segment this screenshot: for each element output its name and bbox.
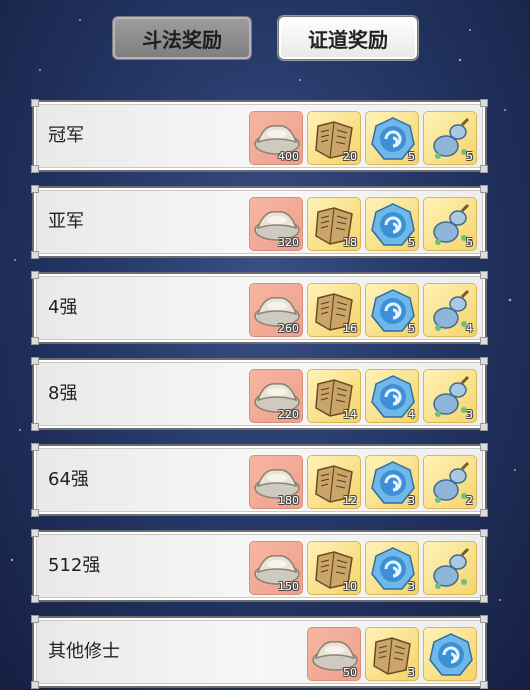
reward-item-bottle[interactable]: 5 bbox=[423, 111, 477, 165]
item-count: 5 bbox=[466, 236, 473, 249]
rank-label: 4强 bbox=[48, 297, 78, 318]
reward-item-silver[interactable]: 50 bbox=[307, 627, 361, 681]
reward-items: 220 14 4 3 bbox=[249, 369, 477, 423]
item-count: 5 bbox=[466, 150, 473, 163]
rank-label: 亚军 bbox=[48, 211, 84, 232]
reward-item-bottle[interactable]: 4 bbox=[423, 283, 477, 337]
item-count: 2 bbox=[466, 494, 473, 507]
reward-items: 50 3 bbox=[307, 627, 477, 681]
reward-items: 180 12 3 2 bbox=[249, 455, 477, 509]
reward-item-orb[interactable]: 5 bbox=[365, 283, 419, 337]
item-count: 5 bbox=[408, 322, 415, 335]
item-count: 5 bbox=[408, 236, 415, 249]
reward-item-orb[interactable]: 4 bbox=[365, 369, 419, 423]
reward-list: 冠军 400 20 5 5 亚军 320 18 5 5 4强 260 16 5 … bbox=[0, 0, 530, 690]
reward-item-bottle[interactable]: 3 bbox=[423, 369, 477, 423]
item-count: 10 bbox=[343, 580, 357, 593]
item-count: 260 bbox=[278, 322, 299, 335]
rank-label: 512强 bbox=[48, 555, 101, 576]
reward-item-silver[interactable]: 180 bbox=[249, 455, 303, 509]
rank-label: 其他修士 bbox=[48, 641, 120, 662]
item-count: 400 bbox=[278, 150, 299, 163]
reward-items: 320 18 5 5 bbox=[249, 197, 477, 251]
reward-item-silver[interactable]: 220 bbox=[249, 369, 303, 423]
reward-item-book[interactable]: 10 bbox=[307, 541, 361, 595]
item-count: 14 bbox=[343, 408, 357, 421]
gourd-bottle-icon bbox=[433, 547, 470, 589]
reward-item-book[interactable]: 3 bbox=[365, 627, 419, 681]
rank-label: 64强 bbox=[48, 469, 89, 490]
item-count: 20 bbox=[343, 150, 357, 163]
item-count: 180 bbox=[278, 494, 299, 507]
blue-orb-icon bbox=[429, 633, 473, 676]
reward-item-book[interactable]: 12 bbox=[307, 455, 361, 509]
reward-item-orb[interactable]: 5 bbox=[365, 111, 419, 165]
item-count: 320 bbox=[278, 236, 299, 249]
reward-item-book[interactable]: 20 bbox=[307, 111, 361, 165]
reward-item-silver[interactable]: 320 bbox=[249, 197, 303, 251]
item-count: 18 bbox=[343, 236, 357, 249]
reward-item-book[interactable]: 14 bbox=[307, 369, 361, 423]
reward-item-bottle[interactable] bbox=[423, 541, 477, 595]
reward-row-top-4: 4强 260 16 5 4 bbox=[31, 271, 488, 345]
item-count: 16 bbox=[343, 322, 357, 335]
item-count: 220 bbox=[278, 408, 299, 421]
reward-row-top-8: 8强 220 14 4 3 bbox=[31, 357, 488, 431]
reward-item-orb[interactable]: 3 bbox=[365, 455, 419, 509]
rank-label: 8强 bbox=[48, 383, 78, 404]
reward-items: 150 10 3 bbox=[249, 541, 477, 595]
reward-item-silver[interactable]: 400 bbox=[249, 111, 303, 165]
reward-items: 400 20 5 5 bbox=[249, 111, 477, 165]
item-count: 12 bbox=[343, 494, 357, 507]
reward-item-bottle[interactable]: 2 bbox=[423, 455, 477, 509]
reward-item-orb[interactable] bbox=[423, 627, 477, 681]
item-count: 3 bbox=[466, 408, 473, 421]
item-count: 4 bbox=[408, 408, 415, 421]
reward-item-book[interactable]: 18 bbox=[307, 197, 361, 251]
reward-row-other-cultivators: 其他修士 50 3 bbox=[31, 615, 488, 689]
reward-item-orb[interactable]: 3 bbox=[365, 541, 419, 595]
reward-item-orb[interactable]: 5 bbox=[365, 197, 419, 251]
item-count: 3 bbox=[408, 580, 415, 593]
reward-row-champion: 冠军 400 20 5 5 bbox=[31, 99, 488, 173]
reward-item-silver[interactable]: 260 bbox=[249, 283, 303, 337]
item-count: 150 bbox=[278, 580, 299, 593]
item-count: 5 bbox=[408, 150, 415, 163]
reward-row-top-512: 512强 150 10 3 bbox=[31, 529, 488, 603]
item-count: 4 bbox=[466, 322, 473, 335]
item-count: 50 bbox=[343, 666, 357, 679]
reward-items: 260 16 5 4 bbox=[249, 283, 477, 337]
rank-label: 冠军 bbox=[48, 125, 84, 146]
reward-item-bottle[interactable]: 5 bbox=[423, 197, 477, 251]
item-count: 3 bbox=[408, 494, 415, 507]
reward-item-silver[interactable]: 150 bbox=[249, 541, 303, 595]
reward-row-top-64: 64强 180 12 3 2 bbox=[31, 443, 488, 517]
item-count: 3 bbox=[408, 666, 415, 679]
reward-row-runner-up: 亚军 320 18 5 5 bbox=[31, 185, 488, 259]
reward-item-book[interactable]: 16 bbox=[307, 283, 361, 337]
